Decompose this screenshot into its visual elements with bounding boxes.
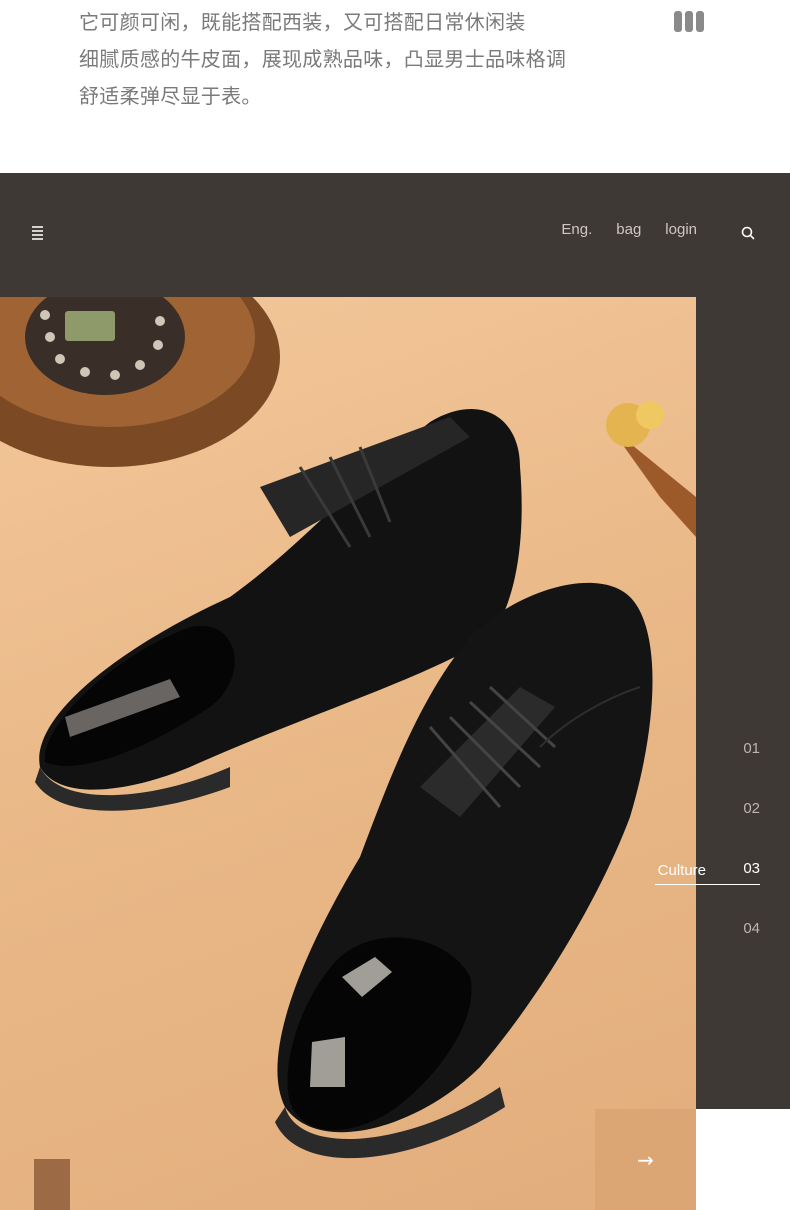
shoes-illustration	[0, 297, 696, 1159]
slide-item-03[interactable]: 03	[743, 860, 760, 877]
slide-active-label: Culture	[657, 862, 706, 879]
description-text: 它可颜可闲，既能搭配西装，又可搭配日常休闲装 细腻质感的牛皮面，展现成熟品味，凸…	[79, 4, 639, 115]
description-line: 它可颜可闲，既能搭配西装，又可搭配日常休闲装	[79, 10, 526, 34]
nav-link-login[interactable]: login	[665, 221, 697, 238]
slide-item-02[interactable]: 02	[743, 800, 760, 817]
description-line: 细腻质感的牛皮面，展现成熟品味，凸显男士品味格调	[79, 47, 567, 71]
slide-item-01[interactable]: 01	[743, 740, 760, 757]
nav-link-language[interactable]: Eng.	[561, 221, 592, 238]
next-slide-button[interactable]: →	[595, 1109, 696, 1210]
description-line: 舒适柔弹尽显于表。	[79, 84, 262, 108]
nav-links: Eng. bag login	[561, 221, 697, 238]
slide-item-04[interactable]: 04	[743, 920, 760, 937]
product-description: 它可颜可闲，既能搭配西装，又可搭配日常休闲装 细腻质感的牛皮面，展现成熟品味，凸…	[0, 0, 790, 173]
bars-icon	[674, 11, 704, 32]
hamburger-icon[interactable]	[32, 226, 43, 240]
search-icon[interactable]	[741, 226, 755, 240]
hero-image	[0, 297, 696, 1210]
top-nav: Eng. bag login	[0, 173, 790, 297]
slide-active-underline	[655, 884, 760, 885]
nav-link-bag[interactable]: bag	[616, 221, 641, 238]
prev-slide-button[interactable]	[34, 1159, 70, 1210]
arrow-right-icon: →	[637, 1147, 654, 1172]
